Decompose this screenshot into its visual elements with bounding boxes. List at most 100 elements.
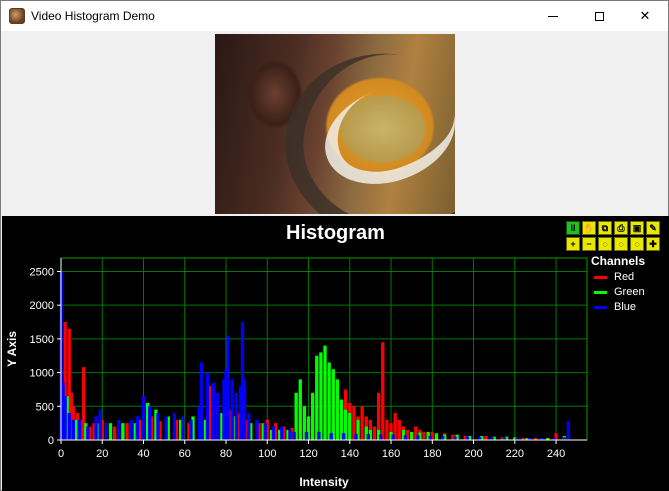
app-window: Video Histogram Demo ✕ Histogram II ✋ ⧉ ⎙ ▣ ✎… [0, 0, 669, 491]
legend-swatch-blue [594, 305, 607, 309]
bar-blue [67, 413, 71, 440]
bar-blue [181, 416, 185, 440]
y-tick-label: 500 [36, 401, 54, 413]
legend-item-red[interactable]: Red [594, 270, 634, 284]
legend-label-green: Green [614, 286, 645, 298]
bar-red [360, 406, 364, 440]
bar-blue [148, 406, 152, 440]
close-button[interactable]: ✕ [622, 1, 668, 31]
bar-blue [247, 413, 251, 440]
bar-green [315, 355, 319, 440]
legend-item-green[interactable]: Green [594, 285, 645, 299]
bar-green [434, 433, 439, 440]
bar-green [335, 379, 340, 440]
bar-blue [304, 431, 309, 440]
bar-blue [94, 416, 98, 440]
bar-green [348, 413, 352, 440]
bar-green [121, 423, 125, 440]
bar-red [372, 426, 377, 440]
bar-blue [428, 435, 432, 440]
y-tick-label: 0 [48, 435, 54, 447]
bar-blue [329, 433, 333, 440]
bar-blue [211, 382, 216, 440]
bar-blue [255, 419, 259, 440]
title-bar[interactable]: Video Histogram Demo ✕ [1, 1, 668, 31]
bar-red [125, 423, 129, 440]
x-tick-label: 120 [299, 448, 317, 460]
bar-blue [199, 362, 203, 440]
bar-blue [86, 426, 90, 440]
bar-blue [292, 431, 296, 440]
y-tick-label: 1500 [30, 334, 54, 346]
bar-green [298, 379, 302, 440]
histogram-plot[interactable]: 0 20 40 60 80 100 120 140 160 180 200 220 240 0 500 100… [2, 216, 669, 491]
bar-blue [416, 435, 420, 440]
x-tick-label: 160 [382, 448, 400, 460]
bar-blue [230, 379, 234, 440]
bar-blue [263, 423, 267, 440]
bar-green [410, 431, 414, 440]
bar-green [108, 423, 113, 440]
x-tick-label: 200 [464, 448, 482, 460]
bar-blue [379, 434, 383, 440]
bar-green [331, 369, 335, 440]
bar-blue [317, 431, 321, 440]
histogram-chart[interactable]: Histogram II ✋ ⧉ ⎙ ▣ ✎ + − ◌ ◌ ◌ ✚ 0 20 40 60 80 100 120 1… [2, 216, 669, 491]
bar-blue [566, 421, 571, 440]
bar-blue [77, 419, 82, 440]
close-icon: ✕ [639, 8, 651, 23]
bar-red [112, 426, 117, 440]
bar-green [323, 345, 327, 440]
bar-blue [341, 433, 346, 440]
bar-blue [242, 379, 247, 440]
bar-blue [403, 435, 408, 440]
bar-blue [141, 396, 146, 440]
legend-label-red: Red [614, 271, 635, 283]
minimize-button[interactable] [530, 1, 576, 31]
bar-blue [189, 419, 193, 440]
bar-red [397, 419, 401, 440]
bar-blue [354, 433, 358, 440]
bar-blue [226, 335, 230, 440]
legend-swatch-green [594, 290, 607, 294]
minimize-icon [548, 15, 558, 17]
bar-blue [71, 419, 76, 440]
bar-blue [129, 419, 133, 440]
x-tick-label: 20 [96, 448, 108, 460]
bar-blue [465, 436, 470, 440]
x-tick-label: 60 [179, 448, 191, 460]
maximize-icon [594, 11, 604, 21]
x-tick-label: 40 [137, 448, 149, 460]
bar-green [319, 352, 323, 440]
bar-red [381, 342, 385, 440]
legend-item-blue[interactable]: Blue [594, 300, 636, 314]
bar-blue [216, 392, 220, 440]
maximize-button[interactable] [576, 1, 622, 31]
legend-label-blue: Blue [614, 301, 637, 313]
legend-title: Channels [591, 254, 646, 268]
x-tick-label: 140 [341, 448, 359, 460]
bar-blue [164, 416, 168, 440]
bar-blue [172, 413, 177, 440]
x-tick-label: 0 [58, 448, 64, 460]
video-frame [215, 34, 455, 214]
bar-blue [205, 372, 210, 440]
bar-blue [280, 426, 284, 440]
bar-blue [117, 419, 121, 440]
bar-blue [391, 434, 395, 440]
window-title: Video Histogram Demo [31, 9, 155, 23]
bar-red [484, 435, 488, 440]
bar-red [385, 419, 389, 440]
x-tick-label: 100 [258, 448, 276, 460]
x-tick-label: 180 [423, 448, 441, 460]
bar-blue [453, 436, 457, 440]
app-icon [9, 8, 25, 24]
bar-blue [104, 423, 109, 440]
bar-blue [98, 409, 102, 440]
bar-blue [234, 392, 238, 440]
y-tick-label: 2000 [30, 300, 54, 312]
bar-blue [63, 396, 67, 440]
legend-swatch-red [594, 275, 607, 279]
bar-blue [440, 435, 445, 440]
y-axis-label: Y Axis [5, 331, 19, 367]
